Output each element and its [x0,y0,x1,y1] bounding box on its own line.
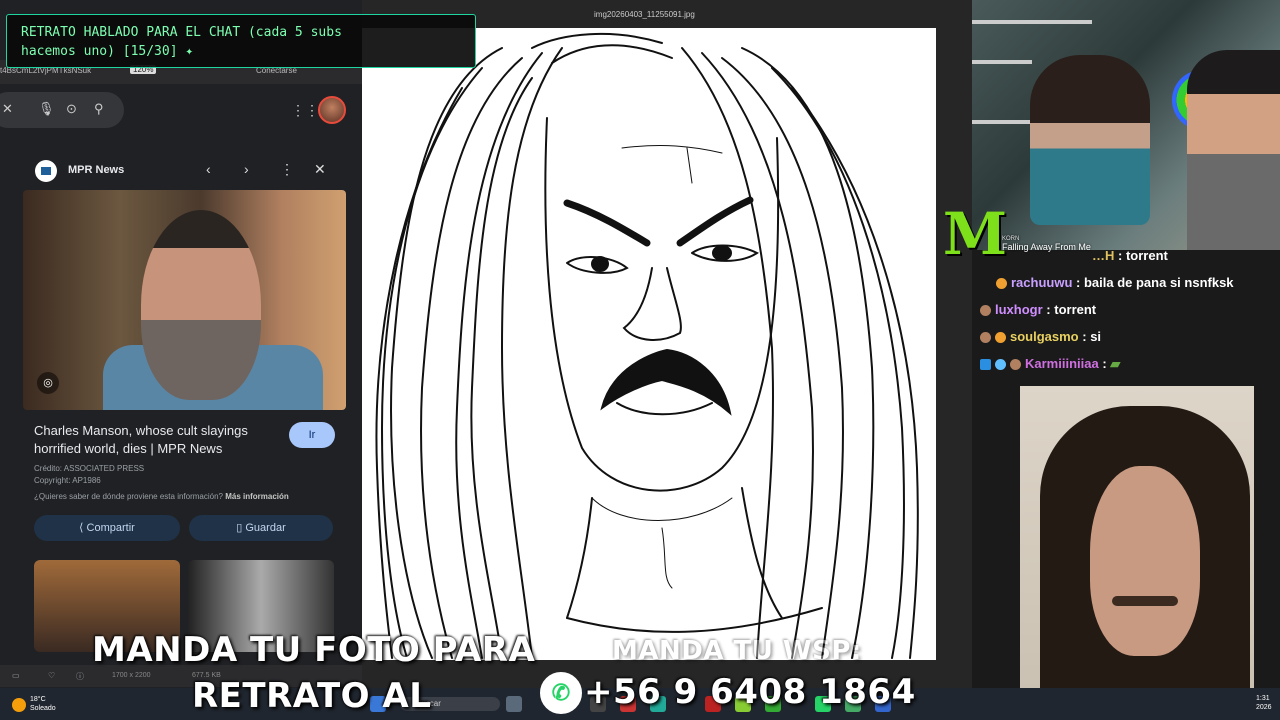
credit-text: Crédito: ASSOCIATED PRESS [34,464,145,473]
image-dimensions: 1700 x 2200 [112,672,151,679]
portrait-sketch [375,32,919,659]
chat-message: …H : torrent [1092,248,1168,263]
search-icon[interactable]: ⚲ [94,101,104,117]
chat-nick: rachuuwu [1011,275,1073,290]
mpr-logo-icon [35,160,57,182]
visit-button[interactable]: Ir [289,422,335,448]
overlay-photo-line2: RETRATO AL [192,676,432,716]
banner-progress: hacemos uno) [15/30] [21,44,178,59]
webcam-top [972,0,1280,250]
badge-icon [995,332,1006,344]
file-name: img20260403_11255091.jpg [594,10,695,19]
question-text: ¿Quieres saber de dónde proviene esta in… [34,492,223,501]
save-label: Guardar [245,522,286,534]
cursor-icon: ✦ [185,44,194,59]
clock-year: 2026 [1256,704,1272,711]
lens-icon[interactable]: ⊙ [66,101,77,117]
chat-message: Karmiiiniiaa : ▰ [980,356,1120,372]
save-button[interactable]: ▯ Guardar [189,515,333,541]
chat-text: si [1090,329,1102,344]
close-icon[interactable]: ✕ [314,161,326,178]
badge-icon [980,332,991,344]
share-icon: ⟨ [79,522,87,534]
chat-nick: …H [1092,248,1115,263]
badge-icon [995,359,1006,371]
shelf [972,20,1092,24]
chevron-left-icon[interactable]: ‹ [206,161,211,177]
source-header: MPR News ‹ › ⋮ ✕ [22,152,342,188]
taskview-icon[interactable] [506,696,522,712]
chat-text: baila de pana si nsnfksk [1083,275,1234,290]
stream-banner: RETRATO HABLADO PARA EL CHAT (cada 5 sub… [6,14,476,68]
bookmark-icon: ▯ [236,522,246,534]
streamer-person-1 [1030,55,1150,225]
search-pill: ✕ 🎙 ⊙ ⚲ [0,92,124,128]
streamer-person-2 [1187,50,1280,250]
more-info-link[interactable]: Más información [225,492,289,501]
browser-panel: t4BsCmL2tVjPMTksNSuk 120% Conectarse ✕ 🎙… [0,0,362,720]
share-label: Compartir [86,522,135,534]
image-caption[interactable]: Charles Manson, whose cult slayings horr… [34,422,274,458]
chevron-right-icon[interactable]: › [244,161,249,177]
lens-search-icon[interactable]: ◎ [37,372,59,394]
whatsapp-icon: ✆ [540,672,582,714]
chat-message: rachuuwu : baila de pana si nsnfksk [996,275,1234,290]
result-image[interactable]: ◎ [23,190,346,410]
webcam-bottom [1020,386,1254,720]
temperature: 18°C [30,696,46,703]
more-vert-icon[interactable]: ⋮ [280,161,294,178]
cam-mustache [1112,596,1178,606]
overlay-photo-line1: MANDA TU FOTO PARA [92,630,536,670]
chat-nick: soulgasmo [1010,329,1079,344]
weather-widget[interactable]: 18°C Soleado [30,695,56,713]
monster-logo-icon: M [942,200,1008,268]
source-name: MPR News [68,164,125,176]
close-icon[interactable]: ✕ [2,101,13,117]
chat-text: torrent [1125,248,1168,263]
overlay-phone: +56 9 6408 1864 [584,672,916,712]
badge-icon [980,305,991,317]
avatar[interactable] [318,96,346,124]
badge-icon [1010,359,1021,371]
chat-nick: luxhogr [995,302,1043,317]
info-icon[interactable]: ⓘ [76,671,84,682]
clock-time: 1:31 [1256,695,1270,702]
banner-line-2: hacemos uno) [15/30] ✦ [21,42,461,61]
weather-icon [12,698,26,712]
stream-screen: t4BsCmL2tVjPMTksNSuk 120% Conectarse ✕ 🎙… [0,0,1280,720]
sketch-canvas[interactable] [362,28,936,660]
banner-line-1: RETRATO HABLADO PARA EL CHAT (cada 5 sub… [21,25,342,40]
overlay-wsp-label: MANDA TU WSP: [612,636,862,666]
system-clock[interactable]: 1:31 2026 [1256,694,1272,712]
shelf [972,120,1032,124]
chat-text: torrent [1054,302,1097,317]
shelf [972,60,1032,64]
chat-nick: Karmiiiniiaa [1025,356,1099,371]
badge-icon [980,359,991,371]
chat-overlay: …H : torrent rachuuwu : baila de pana si… [972,244,1280,384]
chat-message: luxhogr : torrent [980,302,1096,317]
panel-icon[interactable]: ▭ [12,671,20,680]
emote-icon: ▰ [1110,356,1121,371]
chat-message: soulgasmo : si [980,329,1101,344]
info-question: ¿Quieres saber de dónde proviene esta in… [34,492,289,501]
microphone-icon[interactable]: 🎙 [38,101,55,117]
share-button[interactable]: ⟨ Compartir [34,515,180,541]
cam-face [1090,466,1200,656]
now-playing: KORN Falling Away From Me [1002,236,1091,252]
heart-icon[interactable]: ♡ [48,671,55,680]
copyright-text: Copyright: AP1986 [34,476,101,485]
weather-condition: Soleado [30,705,56,712]
image-face [141,210,261,400]
song-title: Falling Away From Me [1002,242,1091,252]
